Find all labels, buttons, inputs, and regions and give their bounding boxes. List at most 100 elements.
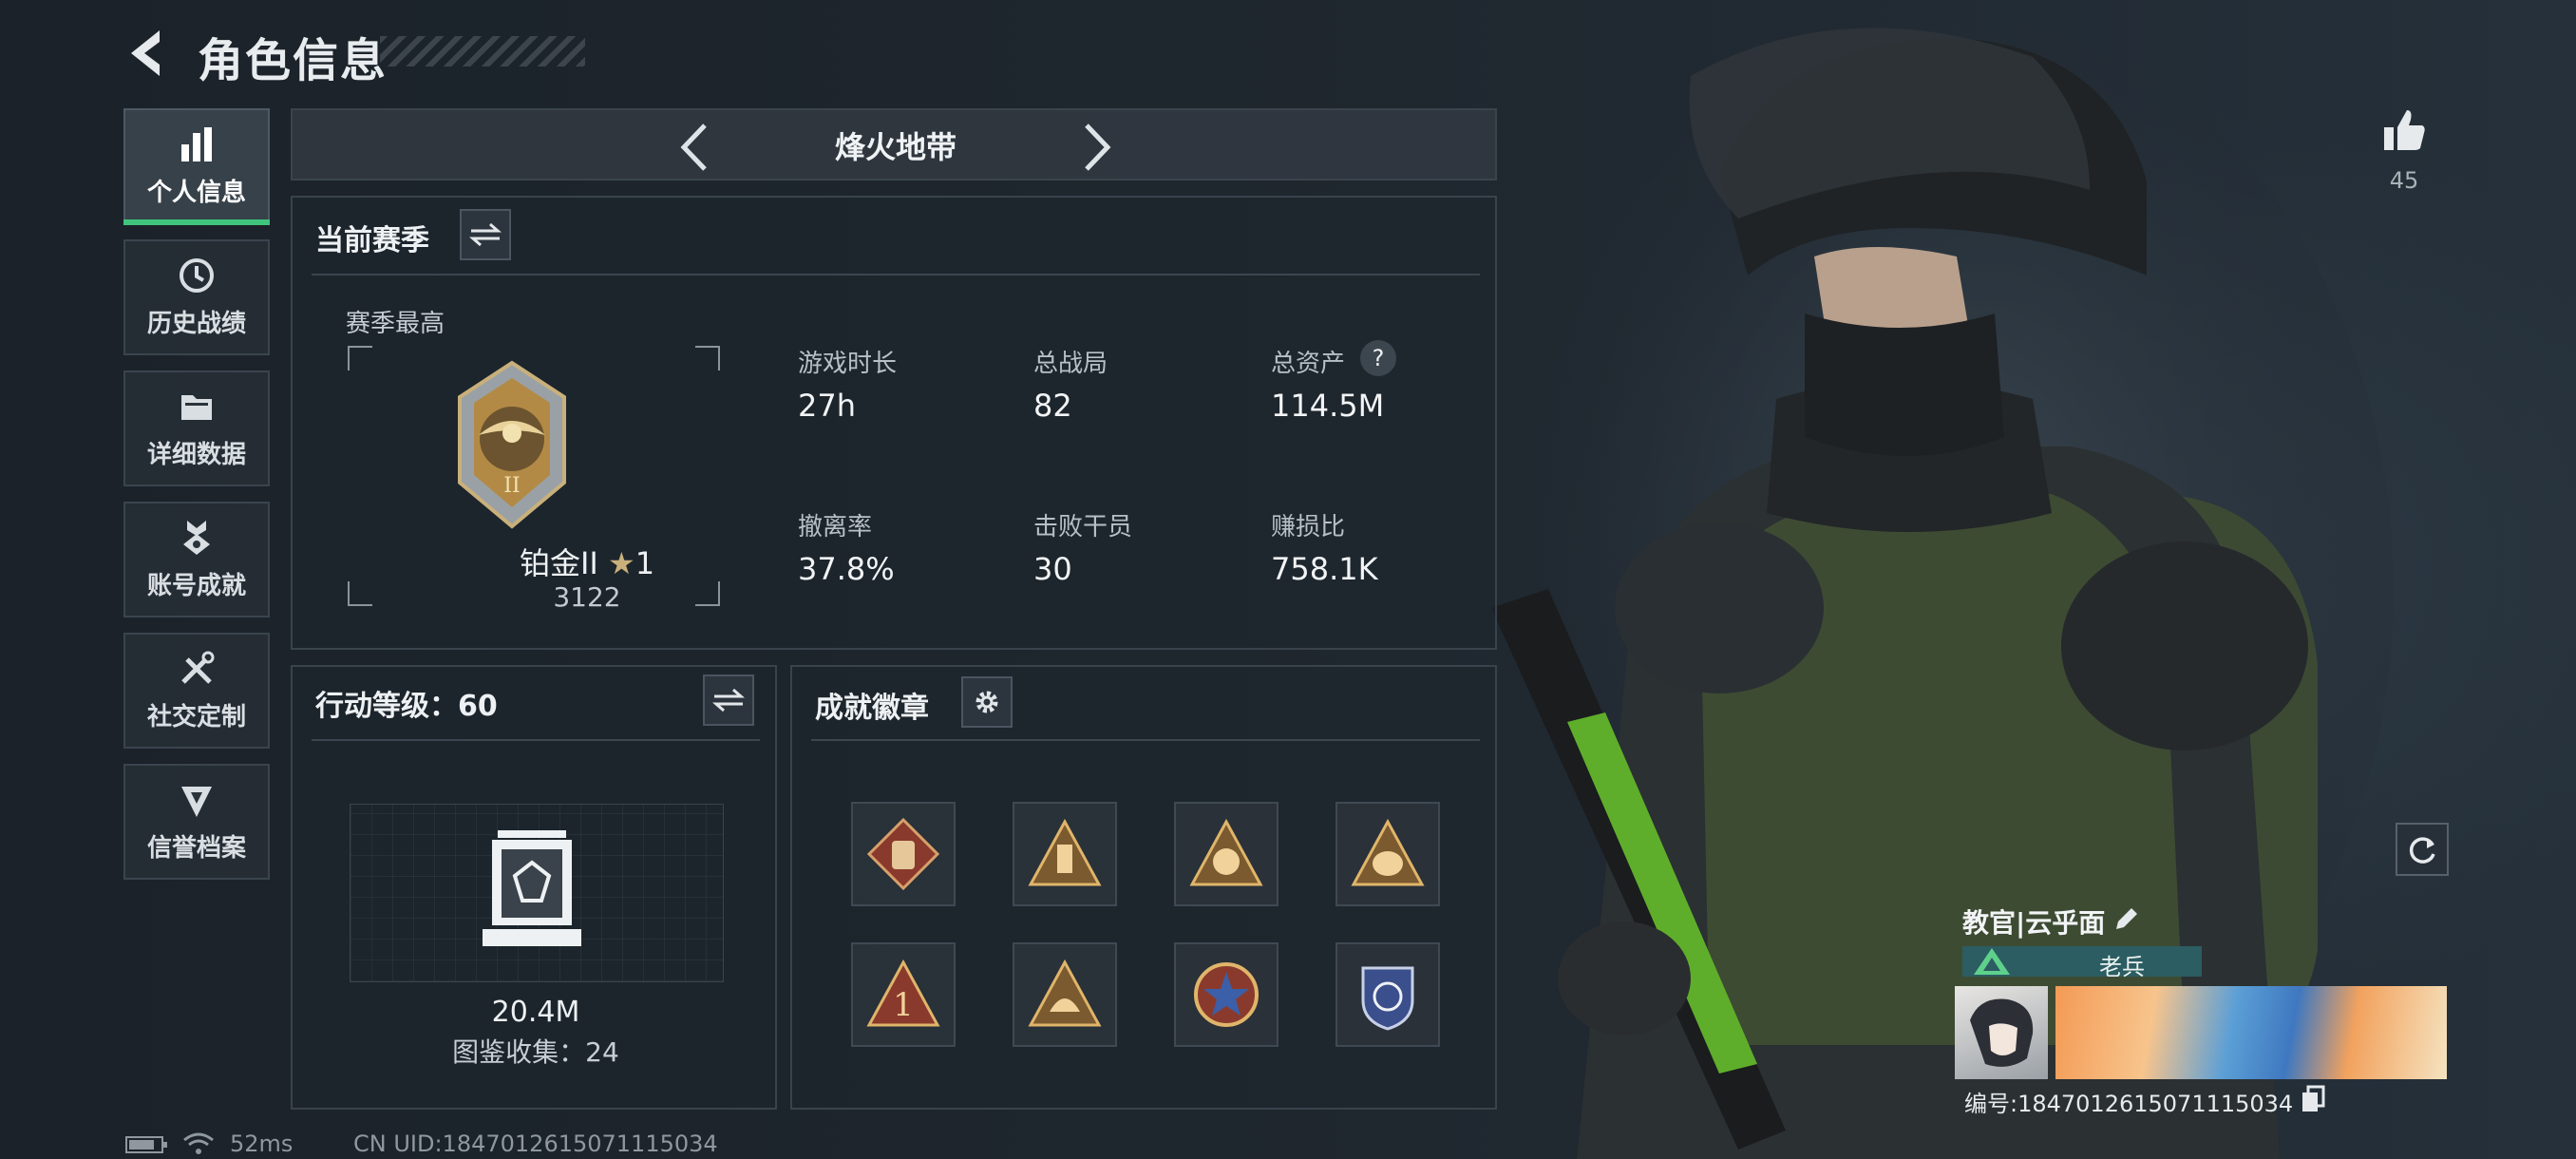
- rank-title: 老兵: [2099, 954, 2145, 980]
- svg-text:1: 1: [893, 986, 914, 1024]
- stat-value-kills: 30: [1033, 551, 1072, 587]
- bag-badge-icon: [866, 817, 940, 891]
- sidebar-item-detailed-data[interactable]: 详细数据: [123, 370, 270, 486]
- name-card-banner: [2055, 986, 2447, 1079]
- badges-divider: [811, 739, 1480, 741]
- badge-tile[interactable]: 1: [851, 942, 956, 1047]
- sidebar-item-history[interactable]: 历史战绩: [123, 239, 270, 355]
- mode-selector: 烽火地带: [291, 108, 1497, 180]
- frame-corner: [695, 346, 720, 370]
- star-emblem-badge-icon: [1194, 962, 1259, 1027]
- frame-corner: [348, 581, 372, 606]
- stat-label-matches: 总战局: [1033, 350, 1108, 378]
- wifi-icon: [183, 1132, 214, 1154]
- player-name: 教官|云乎面: [1962, 907, 2106, 939]
- stat-value-profit-ratio: 758.1K: [1271, 551, 1378, 587]
- level-divider: [312, 739, 760, 741]
- chevron-right-icon[interactable]: [1077, 122, 1115, 173]
- copy-icon[interactable]: [2301, 1085, 2325, 1113]
- season-switch-button[interactable]: [460, 209, 511, 260]
- stat-label-kills: 击败干员: [1033, 513, 1133, 542]
- title-stripe-decoration: [380, 36, 585, 66]
- coin-bag-badge-icon: [1351, 818, 1425, 886]
- bar-chart-icon: [181, 126, 212, 162]
- sidebar-item-achievements[interactable]: 账号成就: [123, 502, 270, 618]
- level-panel: 行动等级：60 20.4M 图鉴收集：24: [291, 665, 777, 1110]
- level-value: 20.4M: [491, 996, 580, 1029]
- badge-tile[interactable]: [1013, 802, 1117, 906]
- sidebar-item-label: 信誉档案: [146, 833, 246, 863]
- tower-badge-icon: [1028, 818, 1102, 886]
- badge-tile[interactable]: [1174, 802, 1279, 906]
- refresh-icon: [2409, 837, 2435, 864]
- shield-crest-badge-icon: [1361, 966, 1414, 1031]
- avatar-portrait: [1970, 998, 2034, 1067]
- stat-label-playtime: 游戏时长: [798, 350, 898, 378]
- rank-line: 铂金II ★1: [445, 540, 729, 583]
- tools-icon: [181, 651, 215, 684]
- ping-text: 52ms: [230, 1130, 294, 1157]
- star-icon: ★: [608, 545, 635, 581]
- rank-stars: 1: [635, 545, 655, 581]
- stat-value-playtime: 27h: [798, 388, 856, 424]
- badge-tile[interactable]: [1013, 942, 1117, 1047]
- season-title: 当前赛季: [315, 224, 429, 257]
- credit-emblem-icon: [181, 786, 212, 817]
- season-best-label: 赛季最高: [346, 310, 445, 338]
- swap-arrows-icon: [712, 688, 745, 712]
- frame-corner: [348, 346, 372, 370]
- rank-name: 铂金II: [519, 545, 598, 581]
- player-id: 编号:1847012615071115034: [1964, 1091, 2294, 1117]
- swap-arrows-icon: [469, 222, 502, 247]
- stat-value-extract-rate: 37.8%: [798, 551, 895, 587]
- mode-title: 烽火地带: [834, 129, 957, 165]
- refresh-button[interactable]: [2396, 823, 2449, 876]
- badge-tile[interactable]: [851, 802, 956, 906]
- level-switch-button[interactable]: [703, 674, 754, 726]
- help-icon[interactable]: ?: [1360, 340, 1396, 376]
- thumbs-up-icon[interactable]: [2380, 106, 2428, 154]
- season-panel: 当前赛季 赛季最高 II 铂金II ★1 3122 游戏时长 27h 总战局 8…: [291, 196, 1497, 650]
- back-arrow-icon[interactable]: [122, 25, 169, 82]
- stat-value-assets: 114.5M: [1271, 388, 1385, 424]
- sidebar-item-label: 账号成就: [146, 571, 246, 600]
- gear-icon: [975, 691, 998, 713]
- collection-case-icon: [483, 830, 581, 946]
- number-one-badge-icon: 1: [866, 959, 940, 1027]
- badge-tile[interactable]: [1335, 942, 1440, 1047]
- level-title: 行动等级：60: [315, 690, 498, 723]
- badge-settings-button[interactable]: [961, 676, 1013, 728]
- stat-value-matches: 82: [1033, 388, 1072, 424]
- battery-icon: [125, 1136, 167, 1153]
- uid-text: CN UID:1847012615071115034: [353, 1130, 718, 1157]
- badge-tile[interactable]: [1335, 802, 1440, 906]
- page-title: 角色信息: [198, 34, 388, 87]
- likes-count: 45: [2389, 167, 2419, 194]
- stat-label-extract-rate: 撤离率: [798, 513, 873, 542]
- sidebar-item-personal-info[interactable]: 个人信息: [123, 108, 270, 224]
- sidebar-item-social-custom[interactable]: 社交定制: [123, 633, 270, 749]
- sidebar-item-credit-record[interactable]: 信誉档案: [123, 764, 270, 880]
- stat-label-assets: 总资产: [1271, 350, 1346, 378]
- money-bag-badge-icon: [1189, 818, 1263, 886]
- medal-icon: [183, 520, 210, 555]
- character-artwork: [1491, 19, 2394, 1159]
- badge-tile[interactable]: [1174, 942, 1279, 1047]
- badges-title: 成就徽章: [815, 692, 929, 725]
- collection-count: 图鉴收集：24: [452, 1036, 619, 1068]
- sidebar-item-label: 社交定制: [146, 702, 246, 732]
- season-divider: [312, 274, 1480, 276]
- helmet-badge-icon: [1028, 959, 1102, 1027]
- stat-label-profit-ratio: 赚损比: [1271, 513, 1346, 542]
- history-clock-icon: [180, 257, 214, 293]
- rank-score: 3122: [553, 581, 621, 613]
- active-indicator: [123, 219, 270, 225]
- veteran-rank-icon: [1974, 948, 2010, 975]
- folder-icon: [181, 394, 212, 420]
- svg-text:II: II: [503, 474, 520, 498]
- rank-emblem-icon: II: [458, 360, 566, 529]
- badges-panel: 成就徽章 1: [790, 665, 1497, 1110]
- sidebar-item-label: 详细数据: [146, 440, 246, 469]
- sidebar-item-label: 个人信息: [146, 178, 246, 207]
- edit-pencil-icon[interactable]: [2112, 904, 2141, 933]
